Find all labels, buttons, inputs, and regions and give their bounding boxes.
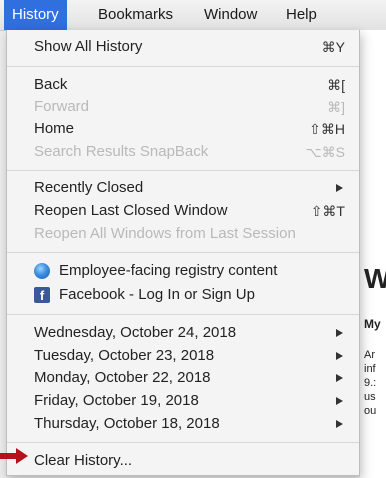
menu-separator [7,442,359,443]
history-page-item[interactable]: f Facebook - Log In or Sign Up [7,284,359,306]
menu-bar: History Bookmarks Window Help [0,0,386,31]
history-day-label: Friday, October 19, 2018 [34,392,199,409]
menubar-history[interactable]: History [4,0,67,30]
menu-item-reopen-last-closed-window[interactable]: Reopen Last Closed Window ⇧⌘T [7,200,359,222]
page-subheading: My [364,317,381,331]
menu-item-label: Recently Closed [34,179,144,196]
submenu-arrow-icon [336,184,343,192]
history-day-item[interactable]: Tuesday, October 23, 2018 [7,345,359,367]
menu-item-label: Forward [34,98,90,115]
facebook-icon: f [34,287,50,303]
menu-item-clear-history[interactable]: Clear History... [7,450,359,472]
history-day-item[interactable]: Friday, October 19, 2018 [7,390,359,412]
menu-item-label: Search Results SnapBack [34,143,209,160]
menu-item-label: Reopen Last Closed Window [34,202,228,219]
menu-item-search-snapback[interactable]: Search Results SnapBack ⌥⌘S [7,141,359,163]
shortcut-label: ⇧⌘T [310,203,345,219]
shortcut-label: ⌘] [327,99,345,115]
menu-item-label: Clear History... [34,452,133,469]
submenu-arrow-icon [336,397,343,405]
menu-separator [7,314,359,315]
background-page: W My Ar inf 9.: us ou [360,30,386,478]
history-page-label: Facebook - Log In or Sign Up [59,286,255,303]
menu-item-recently-closed[interactable]: Recently Closed [7,177,359,199]
menubar-bookmarks[interactable]: Bookmarks [90,0,181,30]
menu-item-label: Reopen All Windows from Last Session [34,225,296,242]
history-page-item[interactable]: Employee-facing registry content [7,260,359,282]
submenu-arrow-icon [336,420,343,428]
history-day-label: Thursday, October 18, 2018 [34,415,220,432]
annotation-arrow-icon [0,448,28,464]
globe-icon [34,263,50,279]
history-day-item[interactable]: Monday, October 22, 2018 [7,367,359,389]
history-day-label: Monday, October 22, 2018 [34,369,211,386]
menu-separator [7,170,359,171]
history-day-label: Wednesday, October 24, 2018 [34,324,237,341]
page-heading: W [364,263,386,294]
menu-item-label: Back [34,76,68,93]
menu-item-forward[interactable]: Forward ⌘] [7,96,359,118]
submenu-arrow-icon [336,374,343,382]
shortcut-label: ⇧⌘H [309,121,345,137]
page-paragraph: Ar inf 9.: us ou [364,349,377,417]
menubar-help[interactable]: Help [278,0,325,30]
history-day-item[interactable]: Wednesday, October 24, 2018 [7,322,359,344]
menu-item-label: Home [34,120,75,137]
menu-separator [7,66,359,67]
menubar-window[interactable]: Window [196,0,265,30]
shortcut-label: ⌘Y [321,39,345,55]
shortcut-label: ⌥⌘S [305,144,345,160]
history-day-label: Tuesday, October 23, 2018 [34,347,215,364]
menu-item-label: Show All History [34,38,143,55]
history-page-label: Employee-facing registry content [59,262,278,279]
menu-item-home[interactable]: Home ⇧⌘H [7,118,359,140]
submenu-arrow-icon [336,352,343,360]
shortcut-label: ⌘[ [327,77,345,93]
menu-item-reopen-all-windows[interactable]: Reopen All Windows from Last Session [7,223,359,245]
menu-item-back[interactable]: Back ⌘[ [7,74,359,96]
history-menu: Show All History ⌘Y Back ⌘[ Forward ⌘] H… [6,30,360,476]
history-day-item[interactable]: Thursday, October 18, 2018 [7,413,359,435]
menu-item-show-all-history[interactable]: Show All History ⌘Y [7,36,359,58]
submenu-arrow-icon [336,329,343,337]
menu-separator [7,252,359,253]
